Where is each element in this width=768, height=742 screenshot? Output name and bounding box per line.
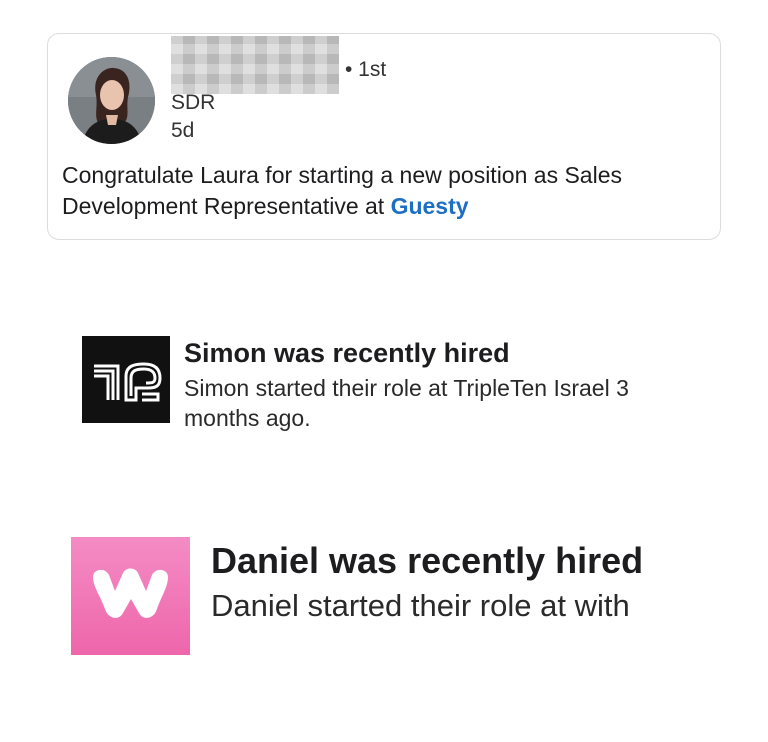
hire-description-simon: Simon started their role at TripleTen Is… [184, 375, 629, 431]
post-card[interactable]: • 1st SDR 5d Congratulate Laura for star… [47, 33, 721, 240]
connection-degree: • 1st [345, 58, 387, 81]
post-text-body: Congratulate Laura for starting a new po… [62, 162, 622, 219]
hire-title-daniel: Daniel was recently hired [211, 540, 644, 581]
w-logo-glyph [93, 568, 168, 618]
avatar[interactable] [68, 57, 155, 144]
hire-title-simon: Simon was recently hired [184, 338, 510, 368]
tripleten-logo-icon[interactable] [82, 336, 170, 423]
blurred-name [171, 36, 339, 94]
company-link[interactable]: Guesty [391, 193, 469, 219]
tripleten-logo-glyph [94, 362, 162, 402]
author-headline: SDR [171, 91, 216, 114]
w-logo-icon[interactable] [71, 537, 190, 655]
person-avatar-icon [68, 57, 155, 144]
post-timestamp: 5d [171, 119, 195, 142]
hire-description-daniel: Daniel started their role at with [211, 588, 630, 623]
post-text: Congratulate Laura for starting a new po… [62, 160, 712, 222]
